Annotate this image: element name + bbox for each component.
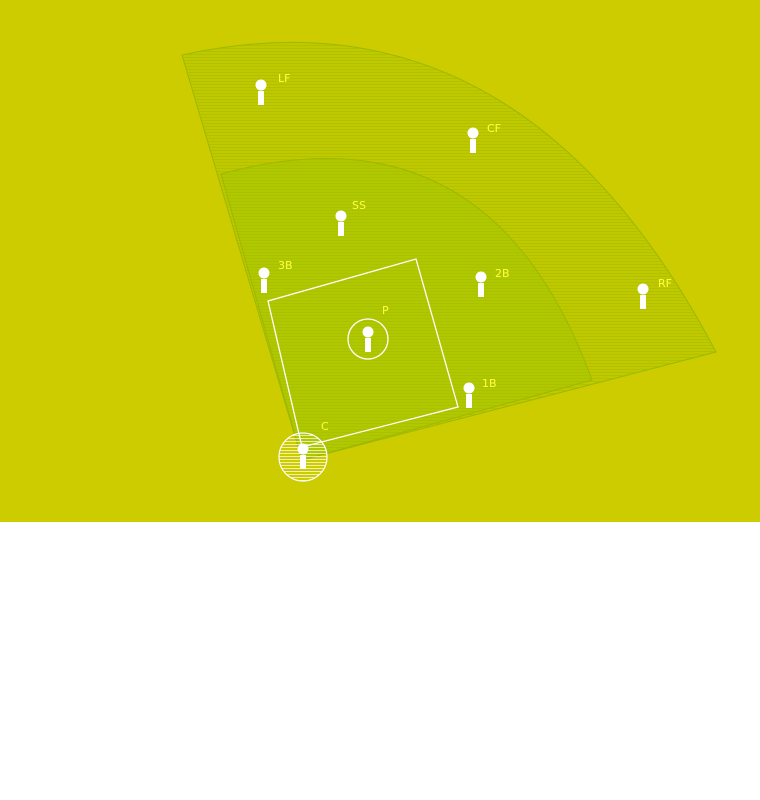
position-label-2b: 2B [495, 267, 510, 280]
position-label-lf: LF [278, 72, 290, 85]
player-body-icon [365, 338, 371, 352]
position-label-c: C [321, 420, 329, 433]
player-head-icon [467, 127, 479, 139]
player-body-icon [258, 91, 264, 105]
player-body-icon [338, 222, 344, 236]
player-head-icon [463, 382, 475, 394]
baseball-field-diagram: LF CF SS 3B 2B RF P 1B C [0, 0, 760, 522]
position-label-rf: RF [658, 277, 672, 290]
player-head-icon [637, 283, 649, 295]
player-head-icon [362, 326, 374, 338]
player-body-icon [300, 455, 306, 469]
position-label-3b: 3B [278, 259, 293, 272]
position-label-ss: SS [352, 199, 366, 212]
player-body-icon [640, 295, 646, 309]
position-label-1b: 1B [482, 377, 497, 390]
position-label-p: P [382, 304, 389, 317]
player-head-icon [255, 79, 267, 91]
player-body-icon [470, 139, 476, 153]
player-head-icon [297, 443, 309, 455]
player-body-icon [466, 394, 472, 408]
player-head-icon [335, 210, 347, 222]
player-head-icon [258, 267, 270, 279]
blank-area [0, 522, 760, 800]
player-body-icon [261, 279, 267, 293]
player-head-icon [475, 271, 487, 283]
player-body-icon [478, 283, 484, 297]
position-label-cf: CF [487, 122, 501, 135]
